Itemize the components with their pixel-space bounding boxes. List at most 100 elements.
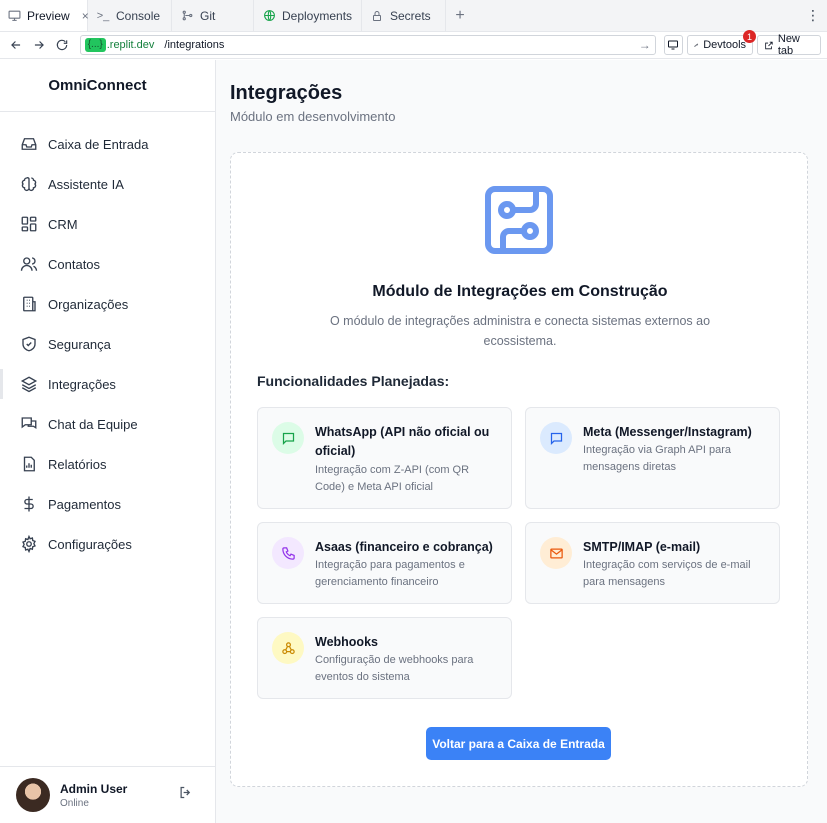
devtools-button[interactable]: Devtools 1 — [687, 30, 757, 55]
gear-icon — [20, 535, 38, 553]
sidebar-item-pagamentos[interactable]: Pagamentos — [0, 484, 215, 524]
feature-description: Integração com Z-API (com QR Code) e Met… — [315, 464, 470, 493]
users-icon — [20, 255, 38, 273]
sidebar-item-label: Integrações — [48, 376, 116, 392]
url-input[interactable]: {...} .replit.dev /integrations → — [79, 35, 656, 55]
features-title: Funcionalidades Planejadas: — [257, 373, 450, 389]
sidebar-item-assistente-ia[interactable]: Assistente IA — [0, 164, 215, 204]
sidebar-item-chat-da-equipe[interactable]: Chat da Equipe — [0, 404, 215, 444]
brain-icon — [20, 175, 38, 193]
lock-icon — [370, 9, 384, 23]
inbox-icon — [20, 135, 38, 153]
new-tab-button[interactable]: New tab — [757, 33, 822, 57]
page-subtitle: Módulo em desenvolvimento — [230, 109, 396, 124]
building-icon — [20, 295, 38, 313]
logout-icon[interactable] — [178, 785, 193, 805]
mail-icon — [540, 537, 572, 569]
feature-description: Integração com serviços de e-mail para m… — [583, 559, 751, 588]
sidebar-item-label: Assistente IA — [48, 176, 124, 192]
sidebar-item-label: CRM — [48, 216, 78, 232]
screen-toggle-button[interactable] — [663, 35, 684, 55]
layout-grid-icon — [20, 215, 38, 233]
tab-deployments[interactable]: Deployments — [254, 0, 362, 31]
globe-icon — [262, 9, 276, 23]
sidebar-item-caixa-de-entrada[interactable]: Caixa de Entrada — [0, 124, 215, 164]
sidebar-item-contatos[interactable]: Contatos — [0, 244, 215, 284]
card-title: Módulo de Integrações em Construção — [372, 283, 668, 300]
sidebar-item-label: Chat da Equipe — [48, 416, 138, 432]
shield-icon — [20, 335, 38, 353]
feature-title: Webhooks — [315, 635, 378, 649]
monitor-icon — [668, 40, 679, 50]
forward-arrow-icon[interactable] — [29, 35, 48, 55]
feature-description: Integração via Graph API para mensagens … — [583, 444, 731, 473]
feature-card-webhooks: Webhooks Configuração de webhooks para e… — [257, 617, 512, 699]
tab-label: Console — [116, 8, 161, 23]
report-icon — [20, 455, 38, 473]
url-domain: {...} .replit.dev — [84, 38, 155, 52]
brand-name: OmniConnect — [0, 60, 215, 112]
kebab-menu-icon[interactable]: ⋮ — [799, 0, 827, 31]
back-arrow-icon[interactable] — [6, 35, 25, 55]
feature-card-meta: Meta (Messenger/Instagram) Integração vi… — [525, 407, 780, 509]
sidebar: OmniConnect Caixa de Entrada Assistente … — [0, 60, 216, 823]
user-info: Admin User Online — [60, 782, 127, 809]
sidebar-nav: Caixa de Entrada Assistente IA CRM Conta… — [0, 112, 215, 564]
circuit-icon — [484, 185, 554, 255]
tab-label: Secrets — [390, 8, 431, 23]
url-host-masked: {...} — [84, 38, 106, 52]
monitor-icon — [8, 9, 21, 23]
feature-title: SMTP/IMAP (e-mail) — [583, 540, 701, 554]
sidebar-item-label: Segurança — [48, 336, 111, 352]
back-to-inbox-button[interactable]: Voltar para a Caixa de Entrada — [426, 727, 611, 760]
url-path: /integrations — [164, 39, 225, 51]
card-description: O módulo de integrações administra e con… — [329, 314, 711, 348]
devtools-badge: 1 — [743, 30, 757, 43]
sidebar-item-seguranca[interactable]: Segurança — [0, 324, 215, 364]
tab-label: Git — [200, 8, 216, 23]
external-link-icon — [765, 41, 773, 49]
sidebar-item-relatorios[interactable]: Relatórios — [0, 444, 215, 484]
tab-preview[interactable]: Preview × — [0, 0, 89, 31]
webhook-icon — [272, 632, 304, 664]
reload-icon[interactable] — [52, 35, 71, 55]
sidebar-item-label: Relatórios — [48, 456, 107, 472]
tab-label: Deployments — [282, 8, 353, 23]
sidebar-item-label: Organizações — [48, 296, 129, 312]
main-content: Integrações Módulo em desenvolvimento Mó… — [216, 60, 827, 823]
sidebar-item-label: Contatos — [48, 256, 101, 272]
sidebar-item-integracoes[interactable]: Integrações — [0, 364, 215, 404]
sidebar-item-organizacoes[interactable]: Organizações — [0, 284, 215, 324]
construction-card: Módulo de Integrações em Construção O mó… — [230, 152, 808, 787]
wrench-icon — [694, 42, 699, 47]
feature-description: Integração para pagamentos e gerenciamen… — [315, 559, 465, 588]
url-domain-text: .replit.dev — [106, 39, 155, 51]
user-status: Online — [60, 797, 89, 809]
devtools-label: Devtools — [703, 39, 747, 51]
tab-git[interactable]: Git — [172, 0, 254, 31]
message-square-icon — [540, 422, 572, 454]
chat-icon — [20, 415, 38, 433]
tab-console[interactable]: >_ Console — [88, 0, 172, 31]
phone-icon — [272, 537, 304, 569]
feature-card-smtp: SMTP/IMAP (e-mail) Integração com serviç… — [525, 522, 780, 604]
sidebar-item-label: Configurações — [48, 536, 132, 552]
tab-secrets[interactable]: Secrets — [362, 0, 446, 31]
go-arrow-icon[interactable]: → — [639, 38, 651, 52]
sidebar-item-label: Caixa de Entrada — [48, 136, 149, 152]
address-bar: {...} .replit.dev /integrations → Devtoo… — [0, 30, 827, 59]
user-name: Admin User — [60, 781, 128, 796]
feature-title: Meta (Messenger/Instagram) — [583, 425, 752, 439]
feature-title: WhatsApp (API não oficial ou oficial) — [315, 425, 490, 458]
user-panel: Admin User Online — [0, 766, 215, 823]
avatar[interactable] — [16, 778, 50, 812]
layers-icon — [20, 375, 38, 393]
feature-card-asaas: Asaas (financeiro e cobrança) Integração… — [257, 522, 512, 604]
dollar-icon — [20, 495, 38, 513]
sidebar-item-configuracoes[interactable]: Configurações — [0, 524, 215, 564]
new-tab-plus-button[interactable]: + — [446, 0, 474, 31]
sidebar-item-label: Pagamentos — [48, 496, 121, 512]
tab-label: Preview — [27, 8, 70, 23]
git-icon — [180, 9, 194, 23]
sidebar-item-crm[interactable]: CRM — [0, 204, 215, 244]
